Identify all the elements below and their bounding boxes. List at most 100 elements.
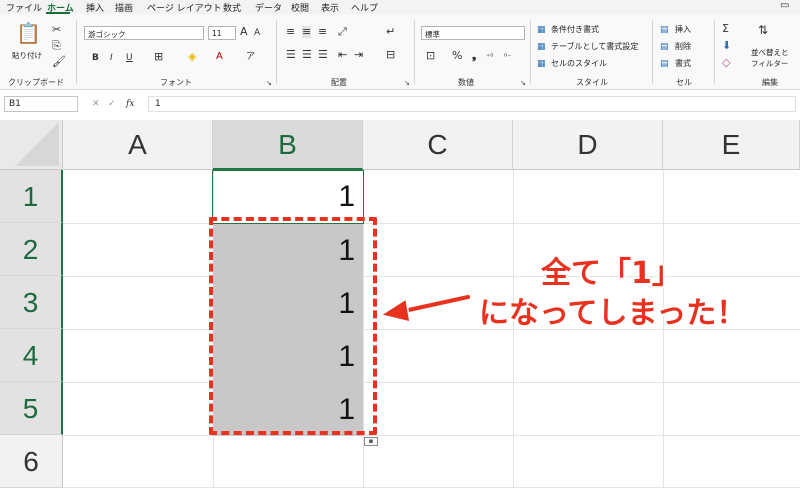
font-color-icon[interactable]: A <box>216 51 223 63</box>
number-group-label: 数値 <box>458 78 474 87</box>
annotation-line-1: 全て「1」 <box>541 256 682 291</box>
italic-icon[interactable]: I <box>110 52 113 64</box>
align-bottom-icon[interactable]: ≡ <box>318 26 327 38</box>
active-cell-border <box>212 170 364 224</box>
menu-tab-draw[interactable]: 描画 <box>115 1 133 14</box>
align-right-icon[interactable]: ☰ <box>318 49 328 61</box>
underline-icon[interactable]: U <box>126 52 133 64</box>
comma-icon[interactable]: ❟ <box>472 50 476 62</box>
menu-tab-help[interactable]: ヘルプ <box>351 1 378 14</box>
formula-content: 1 <box>155 99 161 109</box>
number-format-select[interactable]: 標準 <box>421 26 525 40</box>
name-box[interactable]: B1 <box>4 96 78 112</box>
row-header-1[interactable]: 1 <box>0 170 63 223</box>
sort-filter-button[interactable]: 並べ替えと <box>751 47 789 58</box>
merge-center-icon[interactable]: ⊟ <box>386 49 395 61</box>
gridline <box>63 276 800 277</box>
phonetic-icon[interactable]: ア <box>246 51 255 63</box>
insert-function-icon[interactable]: fx <box>126 98 134 110</box>
select-all-button[interactable] <box>0 120 63 170</box>
cell-styles-button[interactable]: セルのスタイル <box>551 58 607 69</box>
ribbon-divider <box>76 20 77 84</box>
insert-cells-icon[interactable]: ▤ <box>660 24 669 36</box>
column-header-b[interactable]: B <box>213 120 363 170</box>
format-as-table-icon[interactable]: ▦ <box>537 41 546 53</box>
align-center-icon[interactable]: ☰ <box>302 49 312 61</box>
ribbon-divider <box>530 20 531 84</box>
increase-indent-icon[interactable]: ⇥ <box>354 49 363 61</box>
menu-tab-review[interactable]: 校閲 <box>291 1 309 14</box>
font-name-select[interactable]: 游ゴシック <box>84 26 204 40</box>
conditional-format-icon[interactable]: ▦ <box>537 24 546 36</box>
autosum-icon[interactable]: Σ <box>722 23 729 35</box>
currency-icon[interactable]: ⊡ <box>426 50 435 62</box>
cut-icon[interactable]: ✂ <box>52 24 61 36</box>
editing-group-label: 編集 <box>762 78 778 87</box>
enter-icon[interactable]: ✓ <box>108 98 116 110</box>
delete-cells-icon[interactable]: ▤ <box>660 41 669 53</box>
column-header-d[interactable]: D <box>513 120 663 170</box>
format-as-table-button[interactable]: テーブルとして書式設定 <box>551 41 638 52</box>
name-box-value: B1 <box>9 99 21 109</box>
row-header-3[interactable]: 3 <box>0 276 63 329</box>
increase-font-icon[interactable]: A <box>240 26 248 38</box>
format-cells-button[interactable]: 書式 <box>675 58 691 69</box>
conditional-format-button[interactable]: 条件付き書式 <box>551 24 599 35</box>
clipboard-group-label: クリップボード <box>8 78 64 87</box>
row-header-4[interactable]: 4 <box>0 329 63 382</box>
font-name-value: 游ゴシック <box>88 30 126 39</box>
menu-tab-data[interactable]: データ <box>255 1 282 14</box>
bold-icon[interactable]: B <box>92 52 99 64</box>
decrease-indent-icon[interactable]: ⇤ <box>338 49 347 61</box>
menu-tab-page-layout[interactable]: ページ レイアウト <box>147 1 222 14</box>
align-left-icon[interactable]: ☰ <box>286 49 296 61</box>
highlight-dashed-box <box>209 217 377 435</box>
menu-tab-insert[interactable]: 挿入 <box>86 1 104 14</box>
paste-icon[interactable]: 📋 <box>16 22 41 44</box>
gridline <box>63 223 800 224</box>
column-header-e[interactable]: E <box>663 120 800 170</box>
orientation-icon[interactable]: ⤢ <box>338 26 347 38</box>
ribbon: 📋 貼り付け ✂ ⎘ 🖌 クリップボード 游ゴシック 11 A A B I U … <box>0 14 800 90</box>
decrease-font-icon[interactable]: A <box>254 27 260 39</box>
copy-icon[interactable]: ⎘ <box>52 40 61 52</box>
fill-icon[interactable]: ⬇ <box>722 40 731 52</box>
border-icon[interactable]: ⊞ <box>154 51 163 63</box>
increase-decimal-icon[interactable]: ⁺⁰ <box>486 51 493 63</box>
align-top-icon[interactable]: ≡ <box>286 26 295 38</box>
percent-icon[interactable]: % <box>452 50 462 62</box>
cancel-icon[interactable]: ✕ <box>92 98 100 110</box>
font-size-select[interactable]: 11 <box>208 26 236 40</box>
column-header-a[interactable]: A <box>63 120 213 170</box>
paste-options-icon[interactable]: ▪ <box>364 437 378 446</box>
number-dialog-launcher-icon[interactable]: ↘ <box>520 77 526 89</box>
font-size-value: 11 <box>212 29 222 38</box>
ribbon-divider <box>652 20 653 84</box>
row-header-5[interactable]: 5 <box>0 382 63 435</box>
wrap-text-icon[interactable]: ↵ <box>386 26 395 38</box>
cell-styles-icon[interactable]: ▦ <box>537 58 546 70</box>
column-header-c[interactable]: C <box>363 120 513 170</box>
row-header-2[interactable]: 2 <box>0 223 63 276</box>
clear-icon[interactable]: ◇ <box>722 57 730 69</box>
menu-tab-formulas[interactable]: 数式 <box>223 1 241 14</box>
row-header-6[interactable]: 6 <box>0 435 63 488</box>
menu-tab-view[interactable]: 表示 <box>321 1 339 14</box>
delete-cells-button[interactable]: 削除 <box>675 41 691 52</box>
gridline <box>63 382 800 383</box>
sort-filter-icon[interactable]: ⇅ <box>758 24 768 36</box>
alignment-group-label: 配置 <box>331 78 347 87</box>
format-painter-icon[interactable]: 🖌 <box>52 56 66 68</box>
decrease-decimal-icon[interactable]: ⁰⁻ <box>504 51 511 63</box>
fill-color-icon[interactable]: ◈ <box>188 51 196 63</box>
align-middle-icon[interactable]: ≡ <box>302 26 312 38</box>
comment-icon[interactable]: ▭ <box>780 0 789 12</box>
paste-button-label[interactable]: 貼り付け <box>12 50 42 61</box>
format-cells-icon[interactable]: ▤ <box>660 58 669 70</box>
formula-input[interactable]: 1 <box>148 96 796 112</box>
alignment-dialog-launcher-icon[interactable]: ↘ <box>404 77 410 89</box>
menu-tab-file[interactable]: ファイル <box>6 1 42 14</box>
font-dialog-launcher-icon[interactable]: ↘ <box>266 77 272 89</box>
ribbon-divider <box>414 20 415 84</box>
insert-cells-button[interactable]: 挿入 <box>675 24 691 35</box>
